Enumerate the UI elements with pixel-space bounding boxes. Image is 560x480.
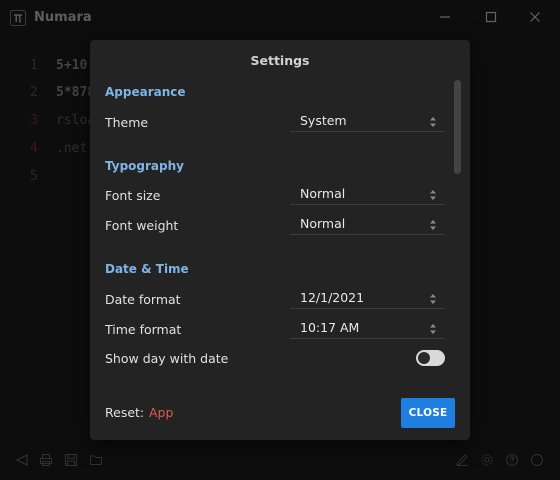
font-weight-select[interactable]: Normal: [290, 213, 445, 235]
select-arrows-icon: [429, 217, 437, 231]
close-button[interactable]: CLOSE: [401, 398, 455, 428]
toggle-knob: [418, 352, 430, 364]
select-arrows-icon: [429, 114, 437, 128]
font-size-label: Font size: [105, 188, 161, 203]
date-format-value: 12/1/2021: [300, 290, 365, 305]
time-format-label: Time format: [105, 322, 182, 337]
select-arrows-icon: [429, 187, 437, 201]
font-size-value: Normal: [300, 186, 346, 201]
theme-label: Theme: [105, 115, 149, 130]
time-format-select[interactable]: 10:17 AM: [290, 317, 445, 339]
select-arrows-icon: [429, 321, 437, 335]
dialog-scrollbar[interactable]: [454, 80, 461, 174]
date-format-select[interactable]: 12/1/2021: [290, 287, 445, 309]
settings-dialog: Settings Appearance Theme System Typogra…: [90, 40, 470, 440]
font-weight-label: Font weight: [105, 218, 179, 233]
theme-select[interactable]: System: [290, 110, 445, 132]
theme-value: System: [300, 113, 347, 128]
section-heading-typography: Typography: [105, 159, 184, 173]
show-day-label: Show day with date: [105, 351, 229, 366]
select-arrows-icon: [429, 291, 437, 305]
time-format-value: 10:17 AM: [300, 320, 360, 335]
date-format-label: Date format: [105, 292, 181, 307]
dialog-title: Settings: [250, 53, 310, 68]
section-heading-date-time: Date & Time: [105, 262, 189, 276]
font-weight-value: Normal: [300, 216, 346, 231]
section-heading-appearance: Appearance: [105, 85, 186, 99]
reset-app-link[interactable]: App: [149, 405, 173, 420]
app-window: Numara 1 5+10 2 5*878 3 rsloa 4 .net 5 S…: [0, 0, 560, 480]
show-day-toggle[interactable]: [416, 350, 445, 366]
font-size-select[interactable]: Normal: [290, 183, 445, 205]
reset-label: Reset:: [105, 405, 145, 420]
